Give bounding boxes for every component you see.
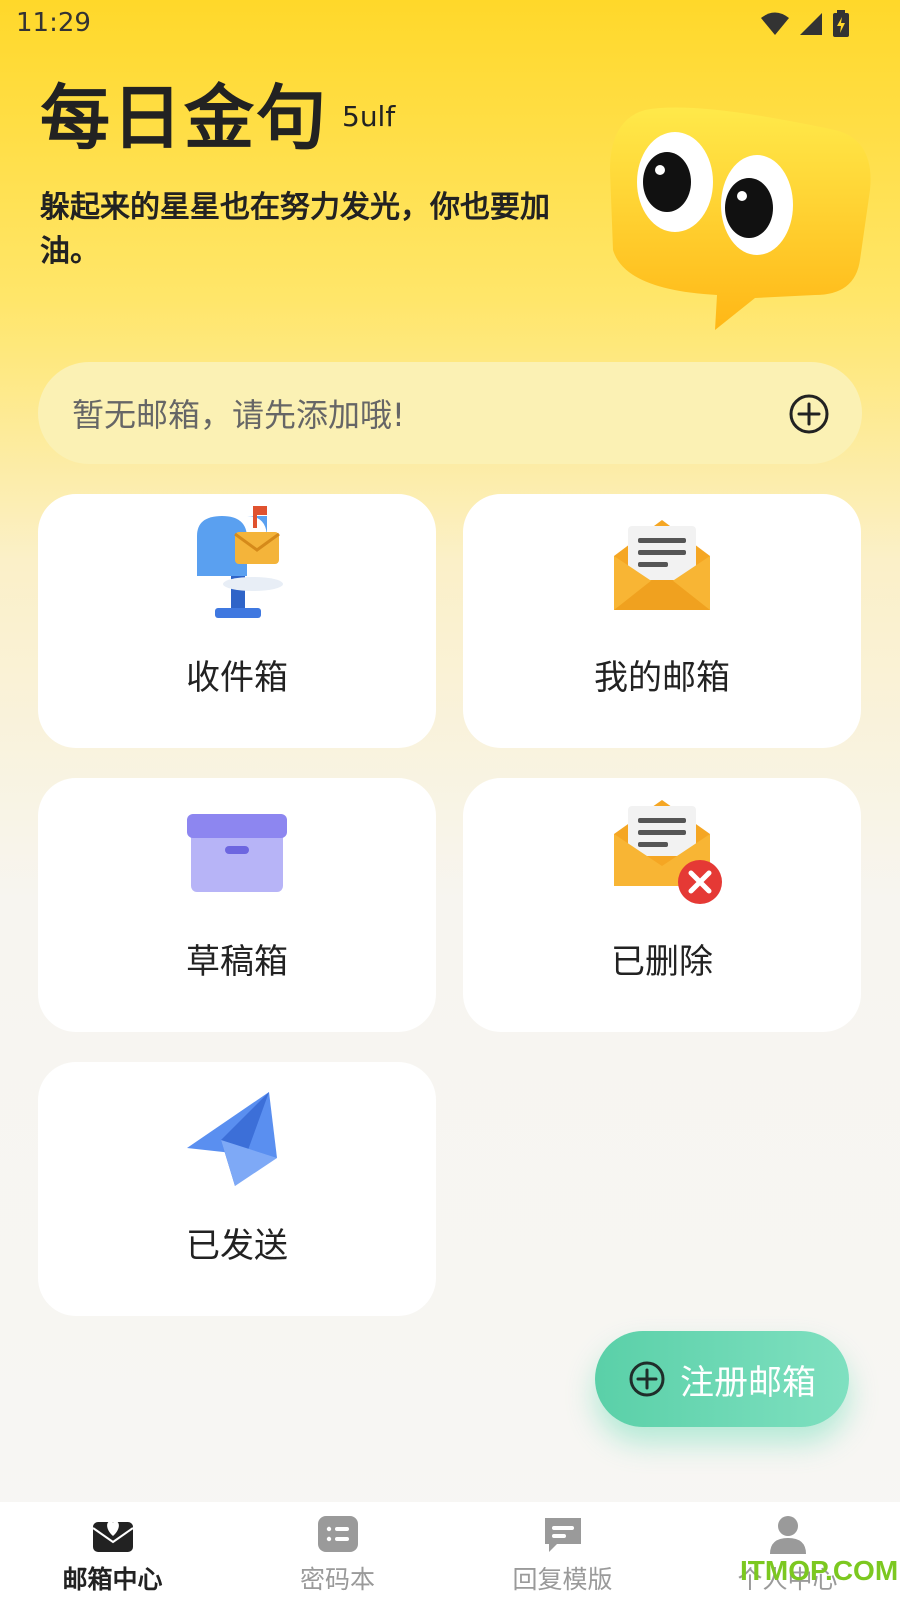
folder-label-sent: 已发送 — [186, 1226, 288, 1266]
signal-icon — [800, 13, 822, 35]
keyboard-icon — [317, 1516, 358, 1552]
plus-circle-icon — [629, 1361, 665, 1397]
plus-circle-icon[interactable] — [788, 393, 830, 435]
nav-item-mail-center[interactable]: 邮箱中心 — [0, 1512, 225, 1596]
header-tag: 5ulf — [342, 100, 396, 133]
nav-label-mail-center: 邮箱中心 — [62, 1565, 163, 1594]
watermark: ITMOP.COM — [740, 1555, 899, 1586]
folder-label-drafts: 草稿箱 — [186, 942, 288, 982]
nav-item-password-book[interactable]: 密码本 — [225, 1512, 450, 1596]
nav-item-reply-templates[interactable]: 回复模版 — [450, 1512, 675, 1596]
folder-card-sent[interactable]: 已发送 — [38, 1062, 436, 1316]
status-icons — [760, 10, 850, 38]
chat-bubble-mascot-icon — [610, 107, 871, 330]
mail-heart-icon — [91, 1521, 134, 1552]
message-icon — [544, 1518, 581, 1552]
paper-plane-icon — [187, 1092, 277, 1186]
page-title: 每日金句 — [40, 77, 328, 159]
user-icon — [769, 1516, 806, 1554]
header-title-row: 每日金句 5ulf — [40, 80, 395, 157]
register-mailbox-button[interactable]: 注册邮箱 — [595, 1331, 849, 1427]
envelope-open-icon — [614, 520, 710, 610]
battery-icon — [833, 10, 849, 37]
mailbox-icon — [197, 506, 283, 618]
folder-card-inbox[interactable]: 收件箱 — [38, 494, 436, 748]
status-time: 11:29 — [16, 8, 91, 38]
nav-label-reply-templates: 回复模版 — [512, 1565, 613, 1594]
archive-box-icon — [187, 814, 287, 892]
folder-label-inbox: 收件箱 — [186, 658, 288, 698]
wifi-icon — [761, 12, 789, 35]
mailbox-placeholder: 暂无邮箱，请先添加哦! — [72, 396, 405, 434]
mailbox-selector[interactable]: 暂无邮箱，请先添加哦! — [38, 362, 862, 464]
folder-card-drafts[interactable]: 草稿箱 — [38, 778, 436, 1032]
folder-card-deleted[interactable]: 已删除 — [463, 778, 861, 1032]
daily-quote: 躲起来的星星也在努力发光，你也要加油。 — [40, 190, 550, 269]
status-bar: 11:29 — [0, 0, 900, 50]
envelope-delete-icon — [614, 800, 722, 904]
folder-label-my-mailbox: 我的邮箱 — [594, 658, 730, 698]
nav-label-password-book: 密码本 — [299, 1565, 375, 1594]
register-mailbox-label: 注册邮箱 — [680, 1362, 816, 1403]
folder-label-deleted: 已删除 — [611, 942, 713, 982]
folder-card-my-mailbox[interactable]: 我的邮箱 — [463, 494, 861, 748]
